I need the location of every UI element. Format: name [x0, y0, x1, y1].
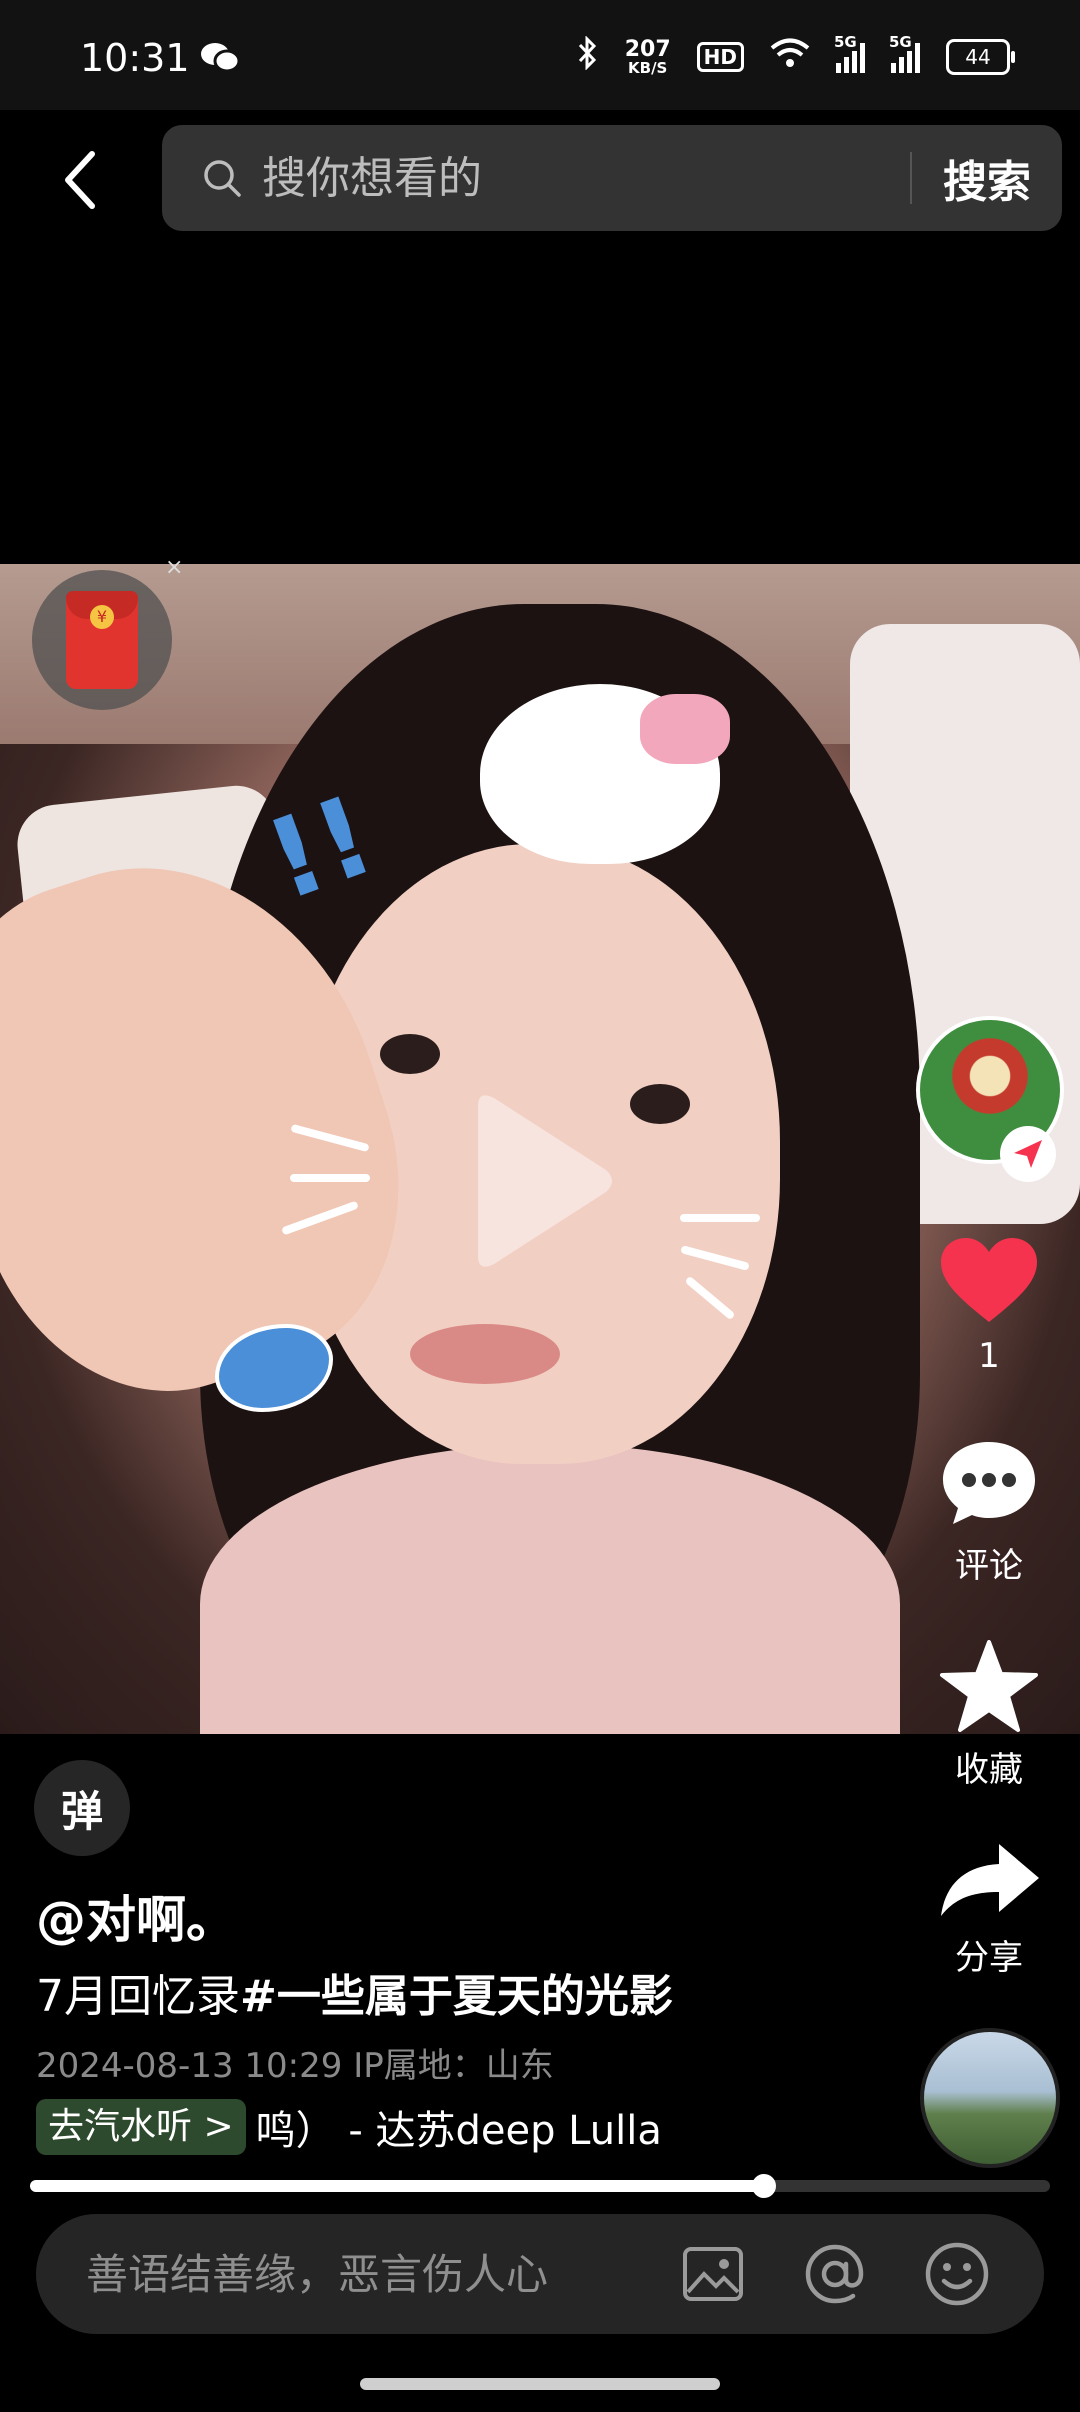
signal-icon-1: 5G — [834, 33, 865, 73]
emoji-button[interactable] — [922, 2239, 992, 2309]
red-envelope-icon: ¥ — [66, 591, 138, 689]
at-sign-icon — [805, 2244, 864, 2304]
network-speed-unit: KB/S — [628, 58, 668, 77]
search-input[interactable] — [260, 151, 910, 205]
video-caption: 7月回忆录#一些属于夏天的光影 — [36, 1960, 673, 2024]
share-label: 分享 — [955, 1938, 1023, 1978]
red-packet-close-button[interactable]: × — [165, 555, 183, 580]
signal-1-label: 5G — [834, 33, 857, 51]
share-arrow-icon — [941, 1844, 1039, 1916]
comment-bubble-icon — [943, 1442, 1035, 1524]
share-button[interactable]: 分享 — [924, 1840, 1054, 1979]
play-icon — [478, 1095, 612, 1267]
progress-knob[interactable] — [752, 2174, 777, 2198]
comment-input[interactable] — [84, 2248, 678, 2300]
signal-2-label: 5G — [889, 33, 912, 51]
video-progress-bar[interactable] — [30, 2174, 1050, 2198]
follow-button[interactable] — [1000, 1126, 1056, 1182]
music-title: 鸣） - 达苏deep Lulla — [255, 2108, 662, 2154]
heart-icon — [941, 1238, 1037, 1322]
caption-text: 7月回忆录 — [36, 1971, 240, 2022]
favorite-label: 收藏 — [955, 1750, 1023, 1790]
image-icon — [683, 2247, 743, 2301]
danmu-toggle-button[interactable]: 弹 — [34, 1760, 130, 1856]
mention-button[interactable] — [800, 2239, 870, 2309]
wifi-icon — [770, 37, 810, 77]
comment-bar — [36, 2214, 1044, 2334]
favorite-button[interactable]: 收藏 — [924, 1640, 1054, 1791]
search-bar[interactable]: 搜索 — [162, 125, 1062, 231]
author-name[interactable]: @对啊。 — [36, 1880, 236, 1952]
search-icon — [204, 160, 241, 197]
back-button[interactable] — [50, 140, 110, 220]
play-button[interactable] — [458, 1086, 618, 1276]
network-speed: 207 KB/S — [624, 36, 671, 77]
open-in-qishui-button[interactable]: 去汽水听 > — [36, 2099, 246, 2155]
comment-label: 评论 — [955, 1546, 1023, 1586]
like-count: 1 — [978, 1336, 1000, 1376]
music-row[interactable]: 去汽水听 > 鸣） - 达苏deep Lulla — [36, 2098, 662, 2156]
network-speed-value: 207 — [624, 36, 671, 62]
caption-hashtag[interactable]: #一些属于夏天的光影 — [240, 1971, 673, 2022]
smiley-icon — [925, 2242, 989, 2306]
status-icons: 207 KB/S HD 5G 5G 44 — [577, 33, 1015, 78]
image-button[interactable] — [678, 2239, 748, 2309]
battery-icon: 44 — [946, 39, 1015, 75]
post-meta: 2024-08-13 10:29 IP属地：山东 — [36, 2046, 554, 2086]
comment-button[interactable]: 评论 — [924, 1438, 1054, 1587]
search-button[interactable]: 搜索 — [912, 146, 1062, 210]
music-disc[interactable] — [920, 2028, 1060, 2168]
star-icon — [940, 1640, 1038, 1732]
status-time: 10:31 — [80, 36, 190, 80]
like-button[interactable]: 1 — [924, 1236, 1054, 1376]
hd-badge: HD — [696, 42, 744, 72]
bluetooth-icon — [577, 35, 599, 78]
send-arrow-icon — [1014, 1140, 1042, 1168]
signal-icon-2: 5G — [889, 33, 920, 73]
coin-glyph: ¥ — [90, 605, 114, 629]
hello-kitty-sticker — [480, 684, 730, 864]
wechat-icon — [200, 40, 241, 78]
chevron-left-icon — [65, 151, 95, 209]
red-packet-button[interactable]: ¥ — [32, 570, 172, 710]
home-indicator[interactable] — [360, 2378, 720, 2390]
progress-fill — [30, 2180, 765, 2192]
